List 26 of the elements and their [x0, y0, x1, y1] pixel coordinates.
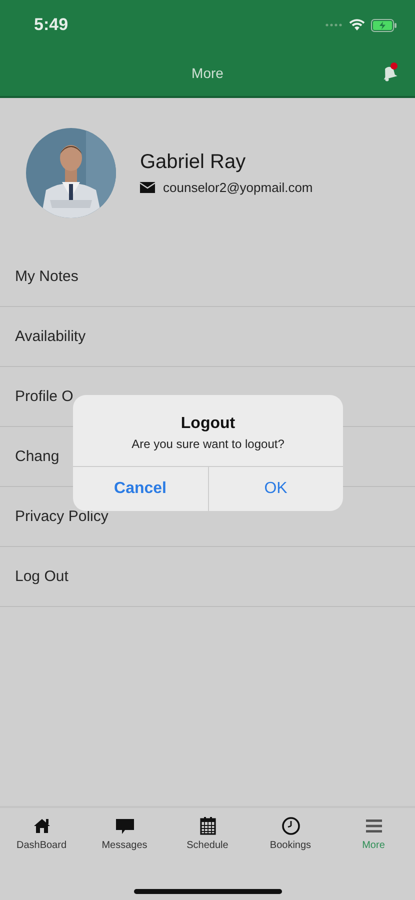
clock-icon: [280, 816, 300, 836]
profile-name: Gabriel Ray: [140, 151, 247, 174]
menu-item[interactable]: Availability: [15, 328, 86, 345]
profile-email: counselor2@yopmail.com: [163, 180, 313, 195]
signal-icon: [325, 23, 343, 27]
cancel-button[interactable]: Cancel: [73, 467, 208, 511]
menu-item[interactable]: Privacy Policy: [15, 508, 108, 525]
calendar-icon: [198, 816, 218, 836]
tab[interactable]: Schedule: [166, 816, 249, 851]
chat-bubble-icon: [114, 816, 134, 836]
ok-button[interactable]: OK: [208, 467, 343, 511]
menu-item[interactable]: Chang: [15, 448, 60, 465]
screen-title: More: [192, 65, 224, 81]
tab[interactable]: DashBoard: [0, 816, 83, 851]
home-icon: [32, 816, 52, 836]
menu-item[interactable]: Profile O: [15, 388, 74, 405]
dialog-title: Logout: [180, 414, 236, 433]
status-time: 5:49: [34, 15, 68, 35]
tab[interactable]: Bookings: [249, 816, 332, 851]
menu-item[interactable]: My Notes: [15, 268, 78, 285]
tab[interactable]: Messages: [83, 816, 166, 851]
menu-item[interactable]: Log Out: [15, 568, 68, 585]
battery-icon: [371, 18, 397, 32]
mail-icon: [140, 182, 155, 193]
dialog-message: Are you sure want to logout?: [130, 436, 286, 453]
wifi-icon: [349, 19, 365, 31]
